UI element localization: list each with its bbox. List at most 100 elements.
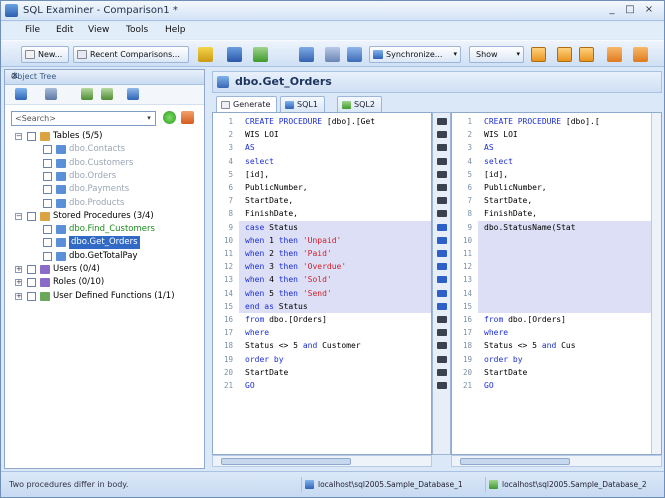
layout-compare-icon[interactable] (579, 47, 594, 62)
close-panel-icon[interactable]: × (11, 71, 200, 81)
tree-item[interactable]: dbo.Customers (31, 157, 201, 170)
code-line[interactable]: WIS LOI (245, 128, 279, 141)
tree-item[interactable]: dbo.Contacts (31, 143, 201, 156)
diff-marker[interactable] (437, 316, 447, 323)
scroll-thumb[interactable] (460, 458, 570, 465)
left-code-pane[interactable]: 1 CREATE PROCEDURE [dbo].[Get 2 WIS LOI 3 AS… (212, 112, 432, 455)
expand-toggle[interactable]: + (15, 279, 22, 287)
diff-marker[interactable] (437, 184, 447, 191)
scroll-thumb[interactable] (221, 458, 351, 465)
tree-item-checkbox[interactable] (27, 211, 36, 221)
diff-marker[interactable] (437, 368, 447, 376)
code-line[interactable]: when 3 then 'Overdue' (245, 260, 346, 273)
compare-icon[interactable] (299, 47, 314, 62)
diff-marker[interactable] (437, 276, 447, 284)
maximize-button[interactable]: □ (623, 4, 637, 16)
code-line[interactable]: when 2 then 'Paid' (245, 247, 332, 260)
code-line[interactable]: from dbo.[Orders] (245, 313, 327, 326)
diff-marker[interactable] (437, 329, 447, 337)
tree-item[interactable]: + Users (0/4) (15, 263, 201, 276)
code-line[interactable]: where (484, 326, 508, 339)
search-go-icon[interactable] (163, 111, 176, 124)
code-line[interactable]: Status <> 5 and Customer (245, 339, 361, 352)
clear-search-icon[interactable] (181, 111, 194, 124)
tree-item-checkbox[interactable] (43, 185, 52, 195)
code-line[interactable]: FinishDate, (484, 207, 537, 220)
save-icon[interactable] (227, 47, 242, 62)
help-icon[interactable] (633, 47, 648, 62)
tree-item-checkbox[interactable] (43, 198, 52, 208)
tree-item-checkbox[interactable] (43, 158, 52, 168)
tree-item[interactable]: − Tables (5/5) (15, 130, 201, 143)
diff-marker[interactable] (437, 223, 447, 231)
diff-marker[interactable] (437, 382, 447, 389)
tree-item[interactable]: dbo.Payments (31, 183, 201, 196)
tab-sql1[interactable]: SQL1 (280, 96, 325, 112)
tree-item-checkbox[interactable] (27, 278, 36, 288)
filter-icon[interactable] (325, 47, 340, 62)
new-button[interactable]: New... (21, 46, 69, 63)
code-line[interactable]: case Status (245, 221, 298, 234)
diff-marker[interactable] (437, 250, 447, 257)
code-line[interactable]: StartDate (245, 366, 288, 379)
diff-marker[interactable] (437, 302, 447, 310)
code-line[interactable]: CREATE PROCEDURE [dbo].[Get (245, 115, 375, 128)
tree-item-checkbox[interactable] (27, 291, 36, 301)
code-line[interactable]: from dbo.[Orders] (484, 313, 566, 326)
code-line[interactable]: order by (245, 353, 284, 366)
options-icon[interactable] (607, 47, 622, 62)
code-line[interactable]: GO (245, 379, 255, 392)
close-button[interactable]: × (642, 4, 656, 16)
tree-item-checkbox[interactable] (43, 225, 52, 235)
tree-item[interactable]: dbo.Get_Orders (31, 236, 201, 250)
diff-marker[interactable] (437, 263, 447, 271)
expand-toggle[interactable]: − (15, 212, 22, 220)
tab-generate[interactable]: Generate (216, 96, 278, 112)
code-line[interactable]: select (484, 155, 513, 168)
export-icon[interactable] (253, 47, 268, 62)
expand-all-icon[interactable] (81, 88, 93, 100)
tree-item-checkbox[interactable] (43, 238, 52, 248)
code-line[interactable]: PublicNumber, (245, 181, 308, 194)
diff-marker[interactable] (437, 144, 447, 152)
open-folder-icon[interactable] (198, 47, 213, 62)
tree-item[interactable]: dbo.GetTotalPay (31, 250, 201, 263)
diff-marker[interactable] (437, 210, 447, 218)
expand-toggle[interactable]: + (15, 292, 22, 300)
code-line[interactable]: WIS LOI (484, 128, 518, 141)
diff-marker[interactable] (437, 289, 447, 297)
diff-marker[interactable] (437, 236, 447, 244)
diff-marker[interactable] (437, 170, 447, 178)
right-vertical-scrollbar[interactable] (651, 113, 661, 454)
tree-item[interactable]: dbo.Products (31, 197, 201, 210)
tree-item[interactable]: dbo.Orders (31, 170, 201, 183)
expand-toggle[interactable]: + (15, 266, 22, 273)
right-horizontal-scrollbar[interactable] (451, 455, 662, 467)
code-line[interactable]: Status <> 5 and Cus (484, 339, 576, 352)
code-line[interactable]: [id], (484, 168, 508, 181)
menu-edit[interactable]: Edit (56, 25, 73, 35)
menu-view[interactable]: View (88, 25, 109, 35)
tree-item-checkbox[interactable] (43, 145, 52, 155)
diff-marker[interactable] (437, 118, 447, 125)
code-line[interactable]: StartDate, (484, 194, 532, 207)
refresh-tree-icon[interactable] (15, 88, 27, 100)
code-line[interactable]: [id], (245, 168, 269, 181)
tree-item-checkbox[interactable] (27, 265, 36, 274)
synchronize-button[interactable]: Synchronize... ▾ (369, 46, 461, 63)
tree-item-checkbox[interactable] (43, 251, 52, 261)
code-line[interactable]: AS (245, 141, 255, 154)
diff-marker[interactable] (437, 131, 447, 139)
code-line[interactable]: FinishDate, (245, 207, 298, 220)
show-dropdown[interactable]: Show ▾ (469, 46, 524, 63)
minimize-button[interactable]: _ (605, 4, 619, 16)
code-line[interactable]: order by (484, 353, 523, 366)
menu-tools[interactable]: Tools (126, 25, 148, 35)
code-line[interactable]: select (245, 155, 274, 168)
code-line[interactable]: where (245, 326, 269, 339)
right-code-pane[interactable]: 1 CREATE PROCEDURE [dbo].[2 WIS LOI 3 AS 4 se… (451, 112, 662, 455)
chevron-down-icon[interactable]: ▾ (144, 113, 154, 124)
code-line[interactable]: dbo.StatusName(Stat (484, 221, 576, 234)
tab-sql2[interactable]: SQL2 (337, 96, 382, 112)
diff-marker[interactable] (437, 355, 447, 363)
